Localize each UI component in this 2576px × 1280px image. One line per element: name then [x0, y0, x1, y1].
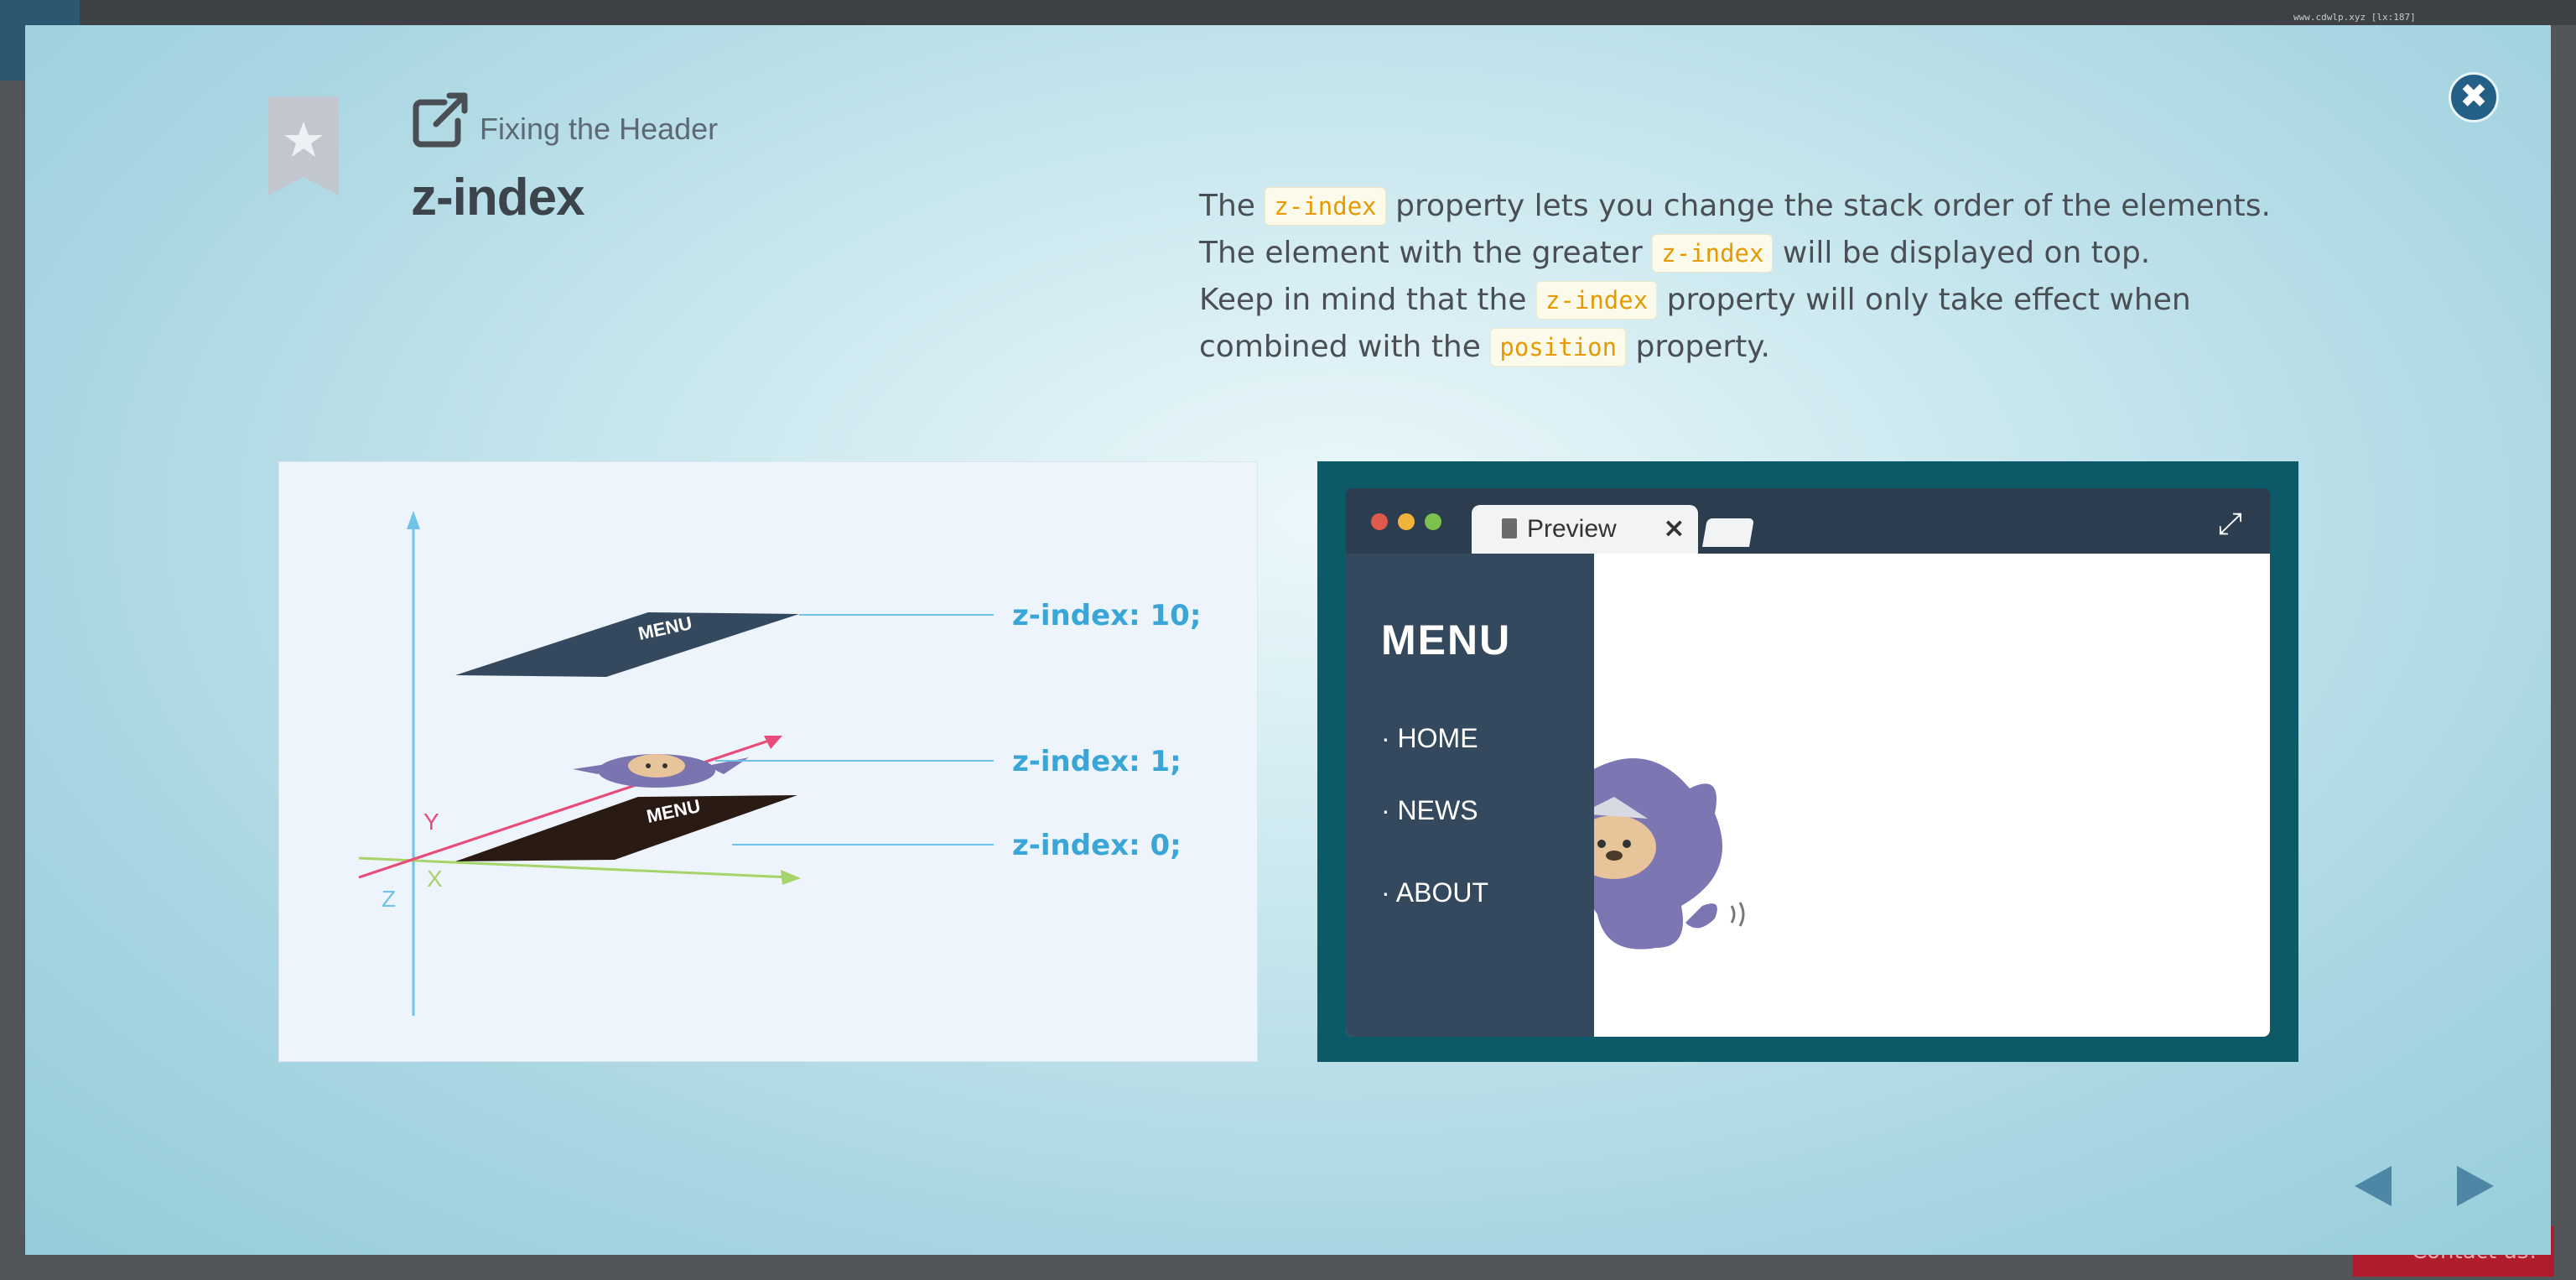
minimize-dot [1398, 513, 1415, 530]
vertical-axis-arrow [407, 511, 420, 529]
close-dot [1371, 513, 1388, 530]
next-arrow-icon[interactable] [2457, 1166, 2494, 1206]
preview-illustration: Preview × ⤢ MENU · HOME · NEWS · ABOUT [1317, 461, 2298, 1062]
expand-icon: ⤢ [2218, 507, 2242, 541]
document-icon [1502, 518, 1517, 539]
x-axis-arrow [781, 870, 801, 885]
z-label-0: z-index: 0; [1012, 829, 1182, 862]
description-line: The element with the greater z-index wil… [1199, 230, 2306, 277]
axis-label-y: Y [423, 809, 439, 835]
z-index-diagram: Y X Z MENU MENU z-index: 10; z-index: 1;… [278, 461, 1258, 1062]
lesson-modal: ✖ Fixing the Header z-index The z-index … [25, 25, 2551, 1255]
preview-tab: Preview × [1472, 505, 1698, 554]
breadcrumb[interactable]: Fixing the Header [480, 112, 718, 147]
description-line: Keep in mind that the z-index property w… [1199, 277, 2306, 324]
preview-menu-title: MENU [1381, 617, 1512, 663]
bookmark-star-icon[interactable] [268, 96, 339, 195]
code-snippet: position [1490, 328, 1627, 367]
close-icon: ✖ [2459, 77, 2488, 116]
new-tab-shape [1702, 518, 1754, 547]
z-label-1: z-index: 1; [1012, 745, 1182, 778]
x-axis [358, 856, 792, 879]
close-button[interactable]: ✖ [2449, 72, 2499, 122]
prev-arrow-icon[interactable] [2355, 1166, 2392, 1206]
background-top-bar [0, 0, 2576, 25]
axis-label-z: Z [382, 886, 396, 912]
axis-label-x: X [427, 866, 443, 892]
maximize-dot [1425, 513, 1441, 530]
code-snippet: z-index [1535, 281, 1658, 320]
preview-menu-item-home: · HOME [1381, 723, 1478, 753]
preview-sidebar: MENU · HOME · NEWS · ABOUT [1346, 554, 1594, 1037]
preview-menu-item-about: · ABOUT [1381, 877, 1489, 908]
browser-mockup: Preview × ⤢ MENU · HOME · NEWS · ABOUT [1346, 488, 2270, 1037]
tab-close-icon: × [1663, 512, 1685, 544]
external-link-icon[interactable] [411, 91, 470, 149]
mascot-layer [573, 754, 749, 788]
background-url-text: www.cdwlp.xyz [lx:187] [2293, 12, 2416, 23]
lesson-title: z-index [411, 169, 585, 226]
preview-viewport: MENU · HOME · NEWS · ABOUT [1346, 554, 2270, 1037]
lesson-description: The z-index property lets you change the… [1199, 183, 2306, 371]
z-label-10: z-index: 10; [1012, 599, 1201, 632]
preview-menu-item-news: · NEWS [1381, 795, 1478, 825]
code-snippet: z-index [1265, 187, 1386, 226]
layer-10-card [455, 612, 799, 677]
description-line: The z-index property lets you change the… [1199, 183, 2306, 230]
code-snippet: z-index [1652, 234, 1774, 273]
tab-label: Preview [1527, 515, 1617, 543]
description-line: combined with the position property. [1199, 324, 2306, 371]
